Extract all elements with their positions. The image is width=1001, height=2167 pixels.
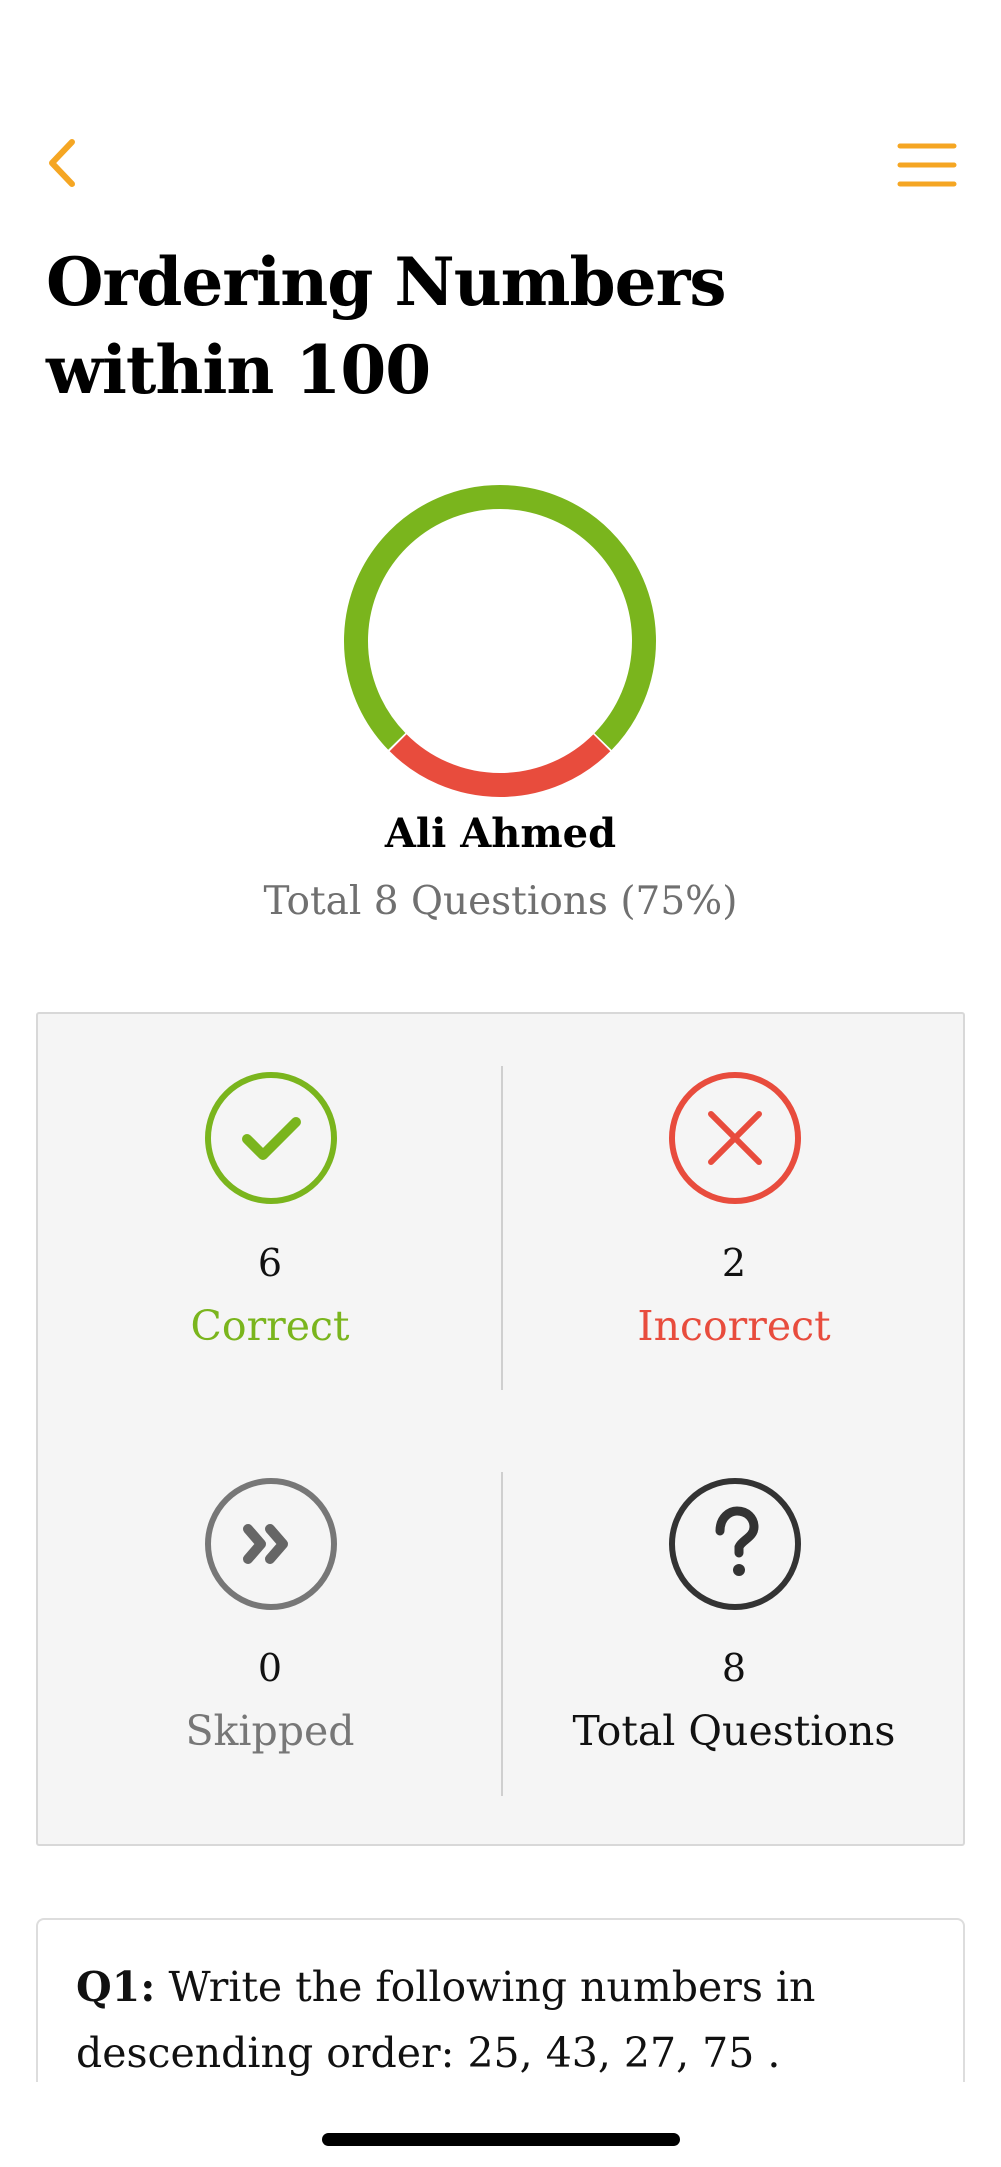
- home-indicator[interactable]: [322, 2133, 680, 2146]
- incorrect-count: 2: [721, 1241, 747, 1285]
- skip-forward-circle-icon: [205, 1478, 337, 1610]
- check-circle-icon: [205, 1072, 337, 1204]
- question-text: Q1: Write the following numbers in desce…: [76, 1954, 925, 2086]
- total-count: 8: [721, 1646, 747, 1690]
- back-button[interactable]: [38, 130, 94, 194]
- score-summary: Total 8 Questions (75%): [263, 879, 738, 924]
- question-body: Write the following numbers in descendin…: [76, 1963, 816, 2077]
- bottom-safe-area: [0, 2082, 1001, 2167]
- menu-button[interactable]: [892, 130, 962, 190]
- correct-label: Correct: [190, 1302, 350, 1350]
- stat-incorrect: 2 Incorrect: [502, 1014, 966, 1429]
- score-donut-chart: [344, 485, 656, 797]
- skipped-count: 0: [257, 1646, 283, 1690]
- student-name: Ali Ahmed: [384, 810, 617, 857]
- top-bar: [0, 120, 1001, 200]
- stat-skipped: 0 Skipped: [38, 1419, 502, 1834]
- incorrect-label: Incorrect: [637, 1302, 831, 1350]
- total-label: Total Questions: [572, 1707, 896, 1755]
- hamburger-menu-icon: [897, 143, 957, 187]
- correct-count: 6: [257, 1241, 283, 1285]
- question-number: Q1:: [76, 1963, 156, 2011]
- skipped-label: Skipped: [185, 1707, 355, 1755]
- stat-total: 8 Total Questions: [502, 1419, 966, 1834]
- question-circle-icon: [669, 1478, 801, 1610]
- page-title: Ordering Numbers within 100: [46, 243, 727, 409]
- stats-panel: 6 Correct 2 Incorrect 0 Skipped 8 Total …: [36, 1012, 965, 1846]
- x-circle-icon: [669, 1072, 801, 1204]
- chevron-left-icon: [49, 139, 75, 187]
- stat-correct: 6 Correct: [38, 1014, 502, 1429]
